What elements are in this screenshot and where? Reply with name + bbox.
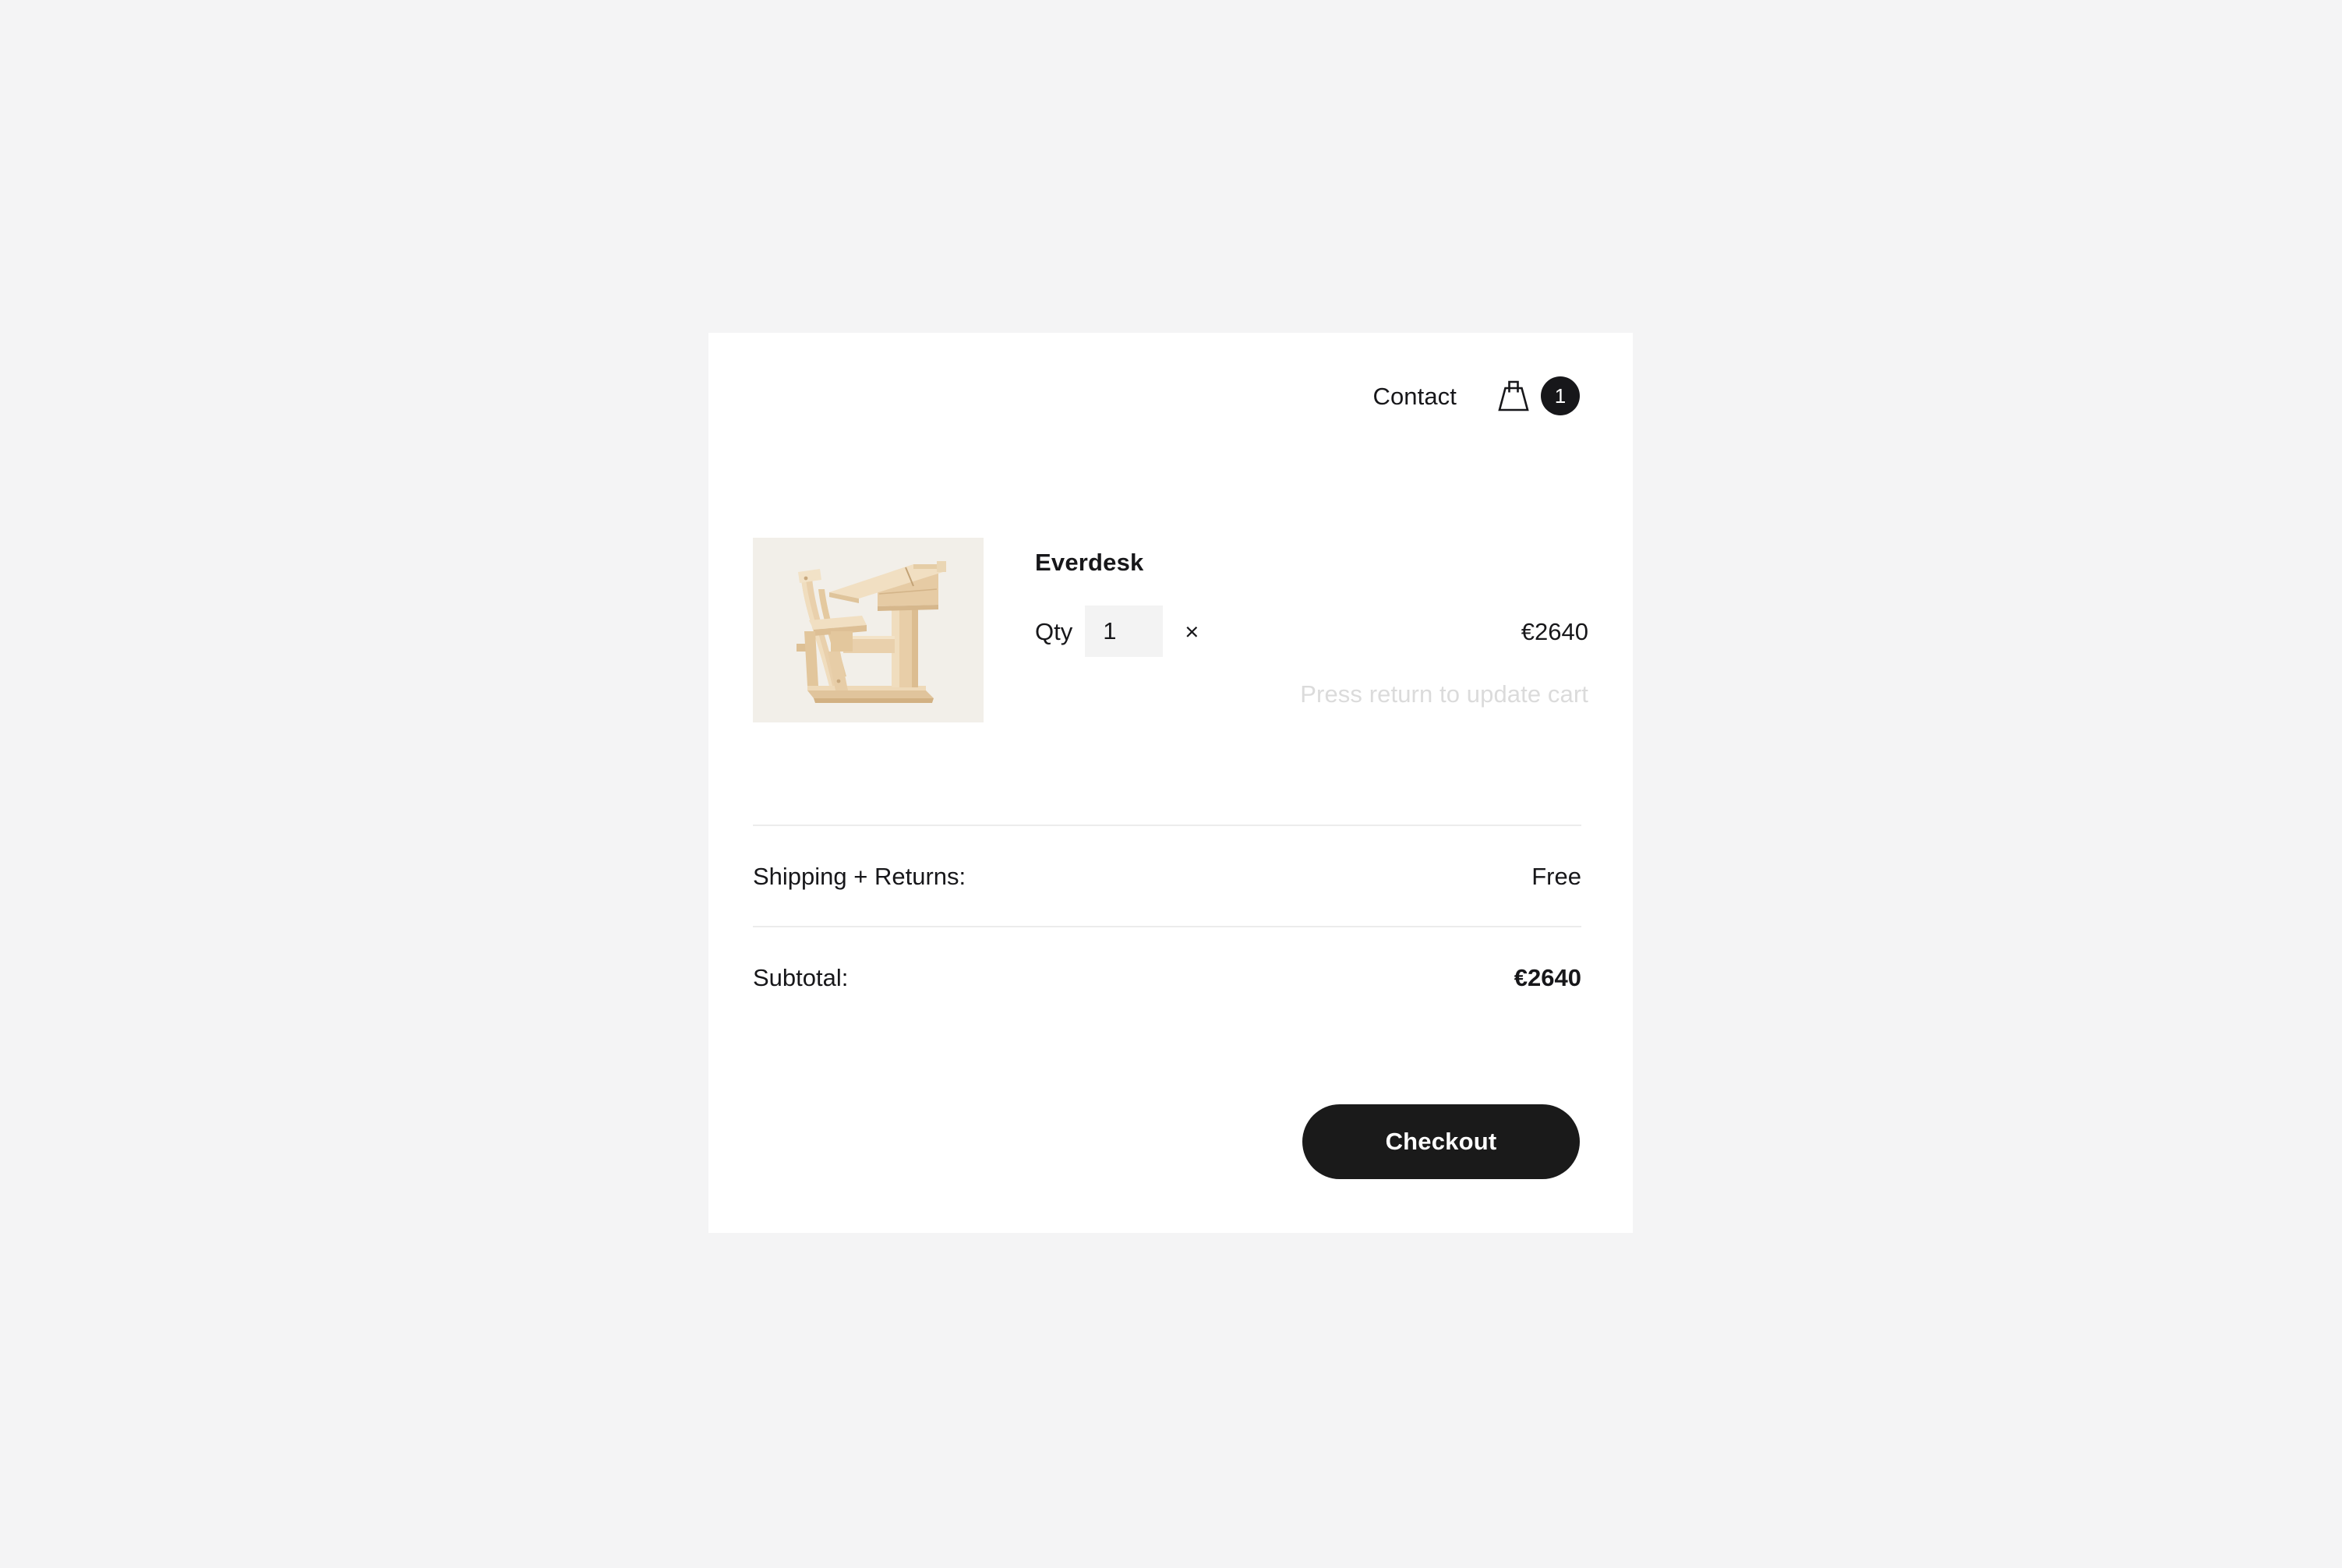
contact-link[interactable]: Contact xyxy=(1372,384,1457,408)
subtotal-value: €2640 xyxy=(1514,963,1581,991)
summary-row-subtotal: Subtotal: €2640 xyxy=(753,926,1581,1027)
shipping-label: Shipping + Returns: xyxy=(753,862,966,890)
checkout-button[interactable]: Checkout xyxy=(1302,1104,1580,1179)
quantity-label: Qty xyxy=(1035,617,1073,645)
shipping-value: Free xyxy=(1531,862,1581,890)
summary-row-shipping: Shipping + Returns: Free xyxy=(753,825,1581,926)
product-thumbnail[interactable] xyxy=(753,538,984,722)
update-cart-hint: Press return to update cart xyxy=(1300,680,1588,708)
cart-line-item: Everdesk Qty × €2640 Press return to upd… xyxy=(753,538,1588,722)
product-title: Everdesk xyxy=(1035,549,1144,576)
cart-card: Contact 1 Everdesk Qty 1 × €2640 Press r… xyxy=(708,333,1633,1233)
quantity-row: Qty × €2640 xyxy=(1035,606,1588,657)
item-details: Everdesk Qty × €2640 Press return to upd… xyxy=(1035,538,1588,706)
shopping-bag-icon[interactable] xyxy=(1496,379,1531,413)
cart-count-badge[interactable]: 1 xyxy=(1541,376,1580,415)
cart-indicator[interactable]: 1 xyxy=(1496,376,1580,415)
line-item-price: €2640 xyxy=(1521,617,1588,645)
quantity-input[interactable] xyxy=(1085,606,1164,657)
subtotal-label: Subtotal: xyxy=(753,963,849,991)
card-header: Contact 1 xyxy=(1372,376,1580,415)
checkout-area: Checkout xyxy=(1302,1104,1580,1179)
order-summary: Shipping + Returns: Free Subtotal: €2640 xyxy=(753,825,1581,1027)
multiply-symbol: × xyxy=(1185,617,1199,645)
